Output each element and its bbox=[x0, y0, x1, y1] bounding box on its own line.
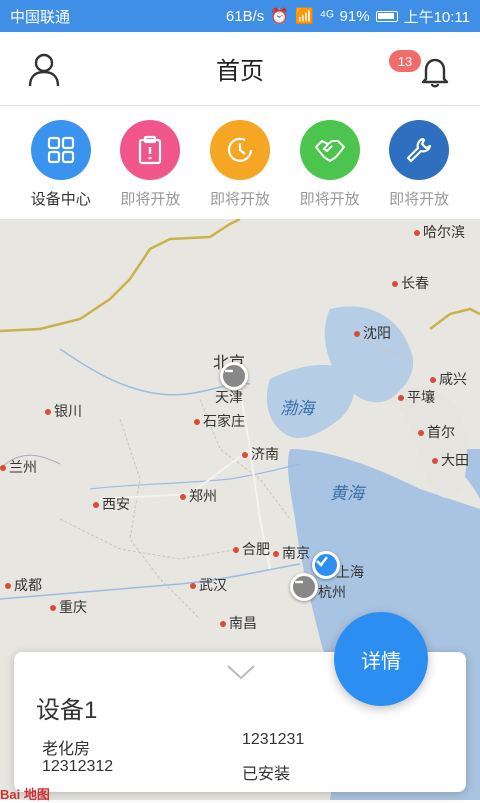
quick-icon-bg bbox=[389, 120, 450, 180]
quick-label: 设备中心 bbox=[30, 191, 91, 208]
sea-label: 黄海 bbox=[330, 484, 364, 503]
city-label: 南昌 bbox=[220, 613, 257, 633]
handshake-icon bbox=[314, 140, 345, 162]
city-label: 兰州 bbox=[0, 457, 37, 477]
city-label: 杭州 bbox=[318, 584, 346, 600]
city-label: 咸兴 bbox=[430, 369, 467, 389]
device-marker-selected[interactable] bbox=[312, 551, 340, 579]
detail-button[interactable]: 详情 bbox=[334, 612, 428, 706]
city-label: 沈阳 bbox=[354, 323, 391, 343]
quick-label: 即将开放 bbox=[209, 191, 270, 208]
notification-badge: 13 bbox=[389, 50, 421, 72]
quick-item-coming-soon-4[interactable]: 即将开放 bbox=[381, 107, 457, 219]
city-label: 南京 bbox=[273, 543, 310, 563]
quick-item-coming-soon-1[interactable]: 即将开放 bbox=[112, 107, 188, 219]
city-label: 重庆 bbox=[50, 597, 87, 617]
quick-item-coming-soon-2[interactable]: 即将开放 bbox=[202, 107, 278, 219]
city-label: 哈尔滨 bbox=[414, 222, 465, 242]
quick-icon-bg bbox=[209, 120, 270, 180]
battery-percent: 91% bbox=[339, 7, 370, 25]
bell-icon[interactable] bbox=[418, 54, 452, 88]
device-marker[interactable] bbox=[220, 362, 248, 390]
page-title: 首页 bbox=[216, 58, 264, 85]
device-code: 12312312 bbox=[42, 758, 114, 775]
clock: 上午10:11 bbox=[403, 8, 470, 26]
network-speed: 61B/s bbox=[225, 7, 265, 25]
signal-label: ⁴ᴳ bbox=[319, 7, 334, 25]
city-label: 合肥 bbox=[233, 539, 270, 559]
quick-icon-bg bbox=[299, 120, 360, 180]
city-label: 郑州 bbox=[180, 486, 217, 506]
device-name: 设备1 bbox=[36, 697, 98, 724]
city-label: 银川 bbox=[45, 401, 82, 421]
status-bar: 中国联通 61B/s ⏰ 📶 ⁴ᴳ 91% 上午10:11 bbox=[0, 0, 480, 32]
city-label: 首尔 bbox=[418, 422, 455, 442]
minus-icon bbox=[295, 580, 303, 584]
device-location: 老化房 bbox=[42, 741, 91, 758]
grid-icon bbox=[47, 136, 74, 164]
wifi-icon: 📶 bbox=[294, 8, 314, 25]
status-right: 61B/s ⏰ 📶 ⁴ᴳ 91% 上午10:11 bbox=[226, 6, 470, 27]
city-label: 长春 bbox=[392, 273, 429, 293]
battery-icon bbox=[375, 10, 398, 22]
clipboard-icon bbox=[139, 135, 162, 165]
city-label: 济南 bbox=[242, 444, 279, 464]
city-label: 成都 bbox=[5, 575, 42, 595]
city-label: 平壤 bbox=[398, 387, 435, 407]
quick-icon-bg bbox=[30, 120, 91, 180]
user-icon[interactable] bbox=[26, 52, 62, 88]
quick-label: 即将开放 bbox=[299, 191, 360, 208]
quick-menu: 设备中心 即将开放 即将开放 即将开放 即将开放 bbox=[0, 107, 480, 219]
device-marker[interactable] bbox=[290, 573, 318, 601]
clock-icon bbox=[227, 137, 253, 162]
wrench-icon bbox=[407, 137, 432, 163]
city-label: 石家庄 bbox=[194, 411, 245, 431]
city-label: 天津 bbox=[215, 389, 243, 405]
carrier-name: 中国联通 bbox=[10, 8, 71, 26]
map-attribution: Bai 地图 bbox=[0, 787, 50, 802]
quick-icon-bg bbox=[120, 120, 181, 180]
sea-label: 渤海 bbox=[280, 399, 314, 418]
device-status: 已安装 bbox=[242, 766, 291, 783]
check-icon bbox=[316, 556, 328, 567]
city-label: 上海 bbox=[336, 564, 364, 580]
device-id: 1231231 bbox=[242, 731, 305, 748]
chevron-down-icon[interactable] bbox=[226, 664, 256, 680]
quick-label: 即将开放 bbox=[389, 191, 450, 208]
quick-label: 即将开放 bbox=[120, 191, 181, 208]
city-label: 武汉 bbox=[190, 575, 227, 595]
quick-item-coming-soon-3[interactable]: 即将开放 bbox=[292, 107, 368, 219]
city-label: 西安 bbox=[93, 494, 130, 514]
alarm-icon: ⏰ bbox=[270, 8, 289, 25]
city-label: 大田 bbox=[432, 450, 469, 470]
quick-item-device-center[interactable]: 设备中心 bbox=[23, 107, 99, 219]
minus-icon bbox=[225, 369, 233, 373]
